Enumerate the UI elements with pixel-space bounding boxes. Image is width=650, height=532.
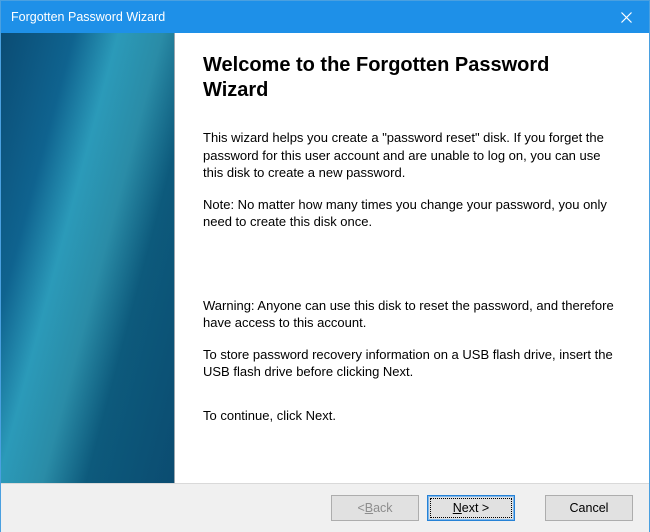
warning-text: Warning: Anyone can use this disk to res… xyxy=(203,297,615,332)
close-button[interactable] xyxy=(603,1,649,33)
back-suffix: ack xyxy=(373,501,392,515)
intro-text: This wizard helps you create a "password… xyxy=(203,129,615,182)
next-button[interactable]: Next > xyxy=(427,495,515,521)
continue-text: To continue, click Next. xyxy=(203,407,615,425)
note-text: Note: No matter how many times you chang… xyxy=(203,196,615,231)
usb-text: To store password recovery information o… xyxy=(203,346,615,381)
next-accel: N xyxy=(453,501,462,515)
wizard-side-graphic xyxy=(1,33,175,483)
spacer xyxy=(203,395,615,407)
titlebar: Forgotten Password Wizard xyxy=(1,1,649,33)
page-heading: Welcome to the Forgotten Password Wizard xyxy=(203,53,615,103)
wizard-footer: < Back Next > Cancel xyxy=(1,483,649,532)
next-suffix: ext > xyxy=(462,501,489,515)
back-button: < Back xyxy=(331,495,419,521)
back-prefix: < xyxy=(357,501,364,515)
close-icon xyxy=(621,12,632,23)
wizard-body: Welcome to the Forgotten Password Wizard… xyxy=(1,33,649,483)
back-accel: B xyxy=(365,501,373,515)
wizard-content: Welcome to the Forgotten Password Wizard… xyxy=(175,33,649,483)
spacer xyxy=(203,245,615,297)
cancel-button[interactable]: Cancel xyxy=(545,495,633,521)
window-title: Forgotten Password Wizard xyxy=(11,10,603,24)
